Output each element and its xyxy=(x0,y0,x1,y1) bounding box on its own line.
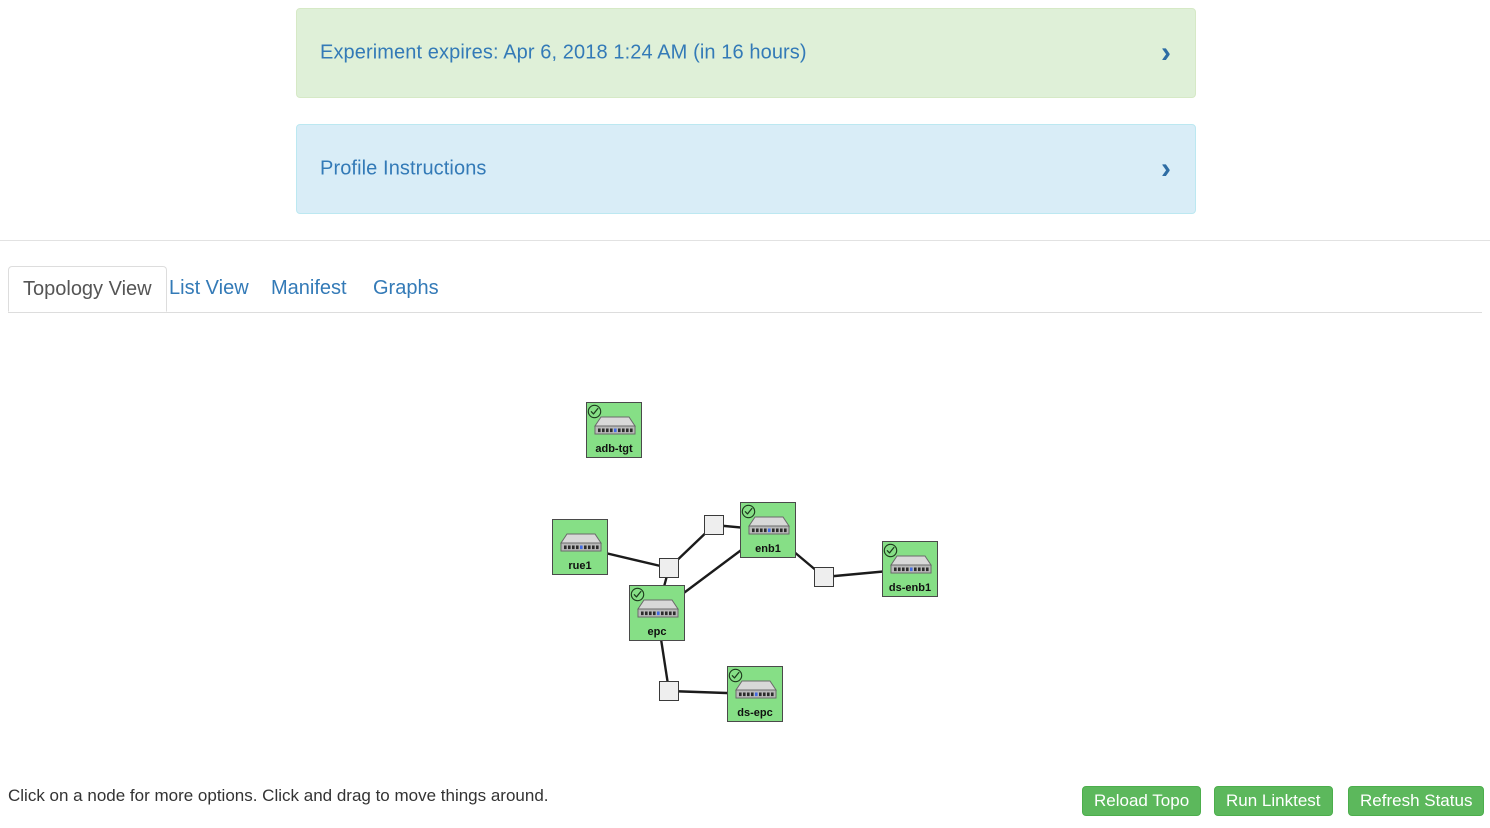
view-tabs: Topology View List View Manifest Graphs xyxy=(0,266,1482,313)
tab-list-view[interactable]: List View xyxy=(169,266,249,312)
chevron-right-icon[interactable]: › xyxy=(1161,154,1171,184)
topology-node-label: ds-enb1 xyxy=(888,582,932,594)
topology-node-ds-enb1[interactable]: ds-enb1 xyxy=(882,541,938,597)
topology-node-enb1[interactable]: enb1 xyxy=(740,502,796,558)
topology-node-rue1[interactable]: rue1 xyxy=(552,519,608,575)
tab-topology-view[interactable]: Topology View xyxy=(8,266,167,312)
check-circle-icon xyxy=(883,543,898,558)
topology-hint-text: Click on a node for more options. Click … xyxy=(8,786,549,805)
network-switch-icon xyxy=(735,680,777,699)
check-circle-icon xyxy=(630,587,645,602)
topology-canvas[interactable]: adb-tgt rue1 enb1 epc ds-enb1 ds-epc xyxy=(0,313,1490,773)
topology-link-square[interactable] xyxy=(704,515,724,535)
network-switch-icon xyxy=(748,516,790,535)
topology-node-adb-tgt[interactable]: adb-tgt xyxy=(586,402,642,458)
topology-node-label: adb-tgt xyxy=(595,443,633,455)
tab-graphs[interactable]: Graphs xyxy=(373,266,439,312)
network-switch-icon xyxy=(890,555,932,574)
reload-topo-button[interactable]: Reload Topo xyxy=(1082,786,1202,816)
topology-node-epc[interactable]: epc xyxy=(629,585,685,641)
topology-link-square[interactable] xyxy=(659,681,679,701)
topology-link-square[interactable] xyxy=(659,558,679,578)
experiment-expires-title: Experiment expires: Apr 6, 2018 1:24 AM … xyxy=(320,41,807,64)
refresh-status-button[interactable]: Refresh Status xyxy=(1348,786,1485,816)
check-circle-icon xyxy=(741,504,756,519)
check-circle-icon xyxy=(728,668,743,683)
network-switch-icon xyxy=(637,599,679,618)
topology-node-ds-epc[interactable]: ds-epc xyxy=(727,666,783,722)
network-switch-icon xyxy=(594,416,636,435)
profile-instructions-title: Profile Instructions xyxy=(320,157,487,180)
topology-node-label: ds-epc xyxy=(737,707,773,719)
chevron-right-icon[interactable]: › xyxy=(1161,38,1171,68)
topology-node-label: enb1 xyxy=(755,543,781,555)
experiment-expires-panel[interactable]: Experiment expires: Apr 6, 2018 1:24 AM … xyxy=(296,8,1196,98)
experiment-topology-page: Experiment expires: Apr 6, 2018 1:24 AM … xyxy=(0,0,1490,828)
section-divider xyxy=(0,240,1490,241)
topology-link-square[interactable] xyxy=(814,567,834,587)
profile-instructions-panel[interactable]: Profile Instructions › xyxy=(296,124,1196,214)
run-linktest-button[interactable]: Run Linktest xyxy=(1214,786,1333,816)
tab-manifest[interactable]: Manifest xyxy=(271,266,347,312)
network-switch-icon xyxy=(560,533,602,552)
topology-node-label: epc xyxy=(647,626,667,638)
check-circle-icon xyxy=(587,404,602,419)
topology-node-label: rue1 xyxy=(568,560,592,572)
